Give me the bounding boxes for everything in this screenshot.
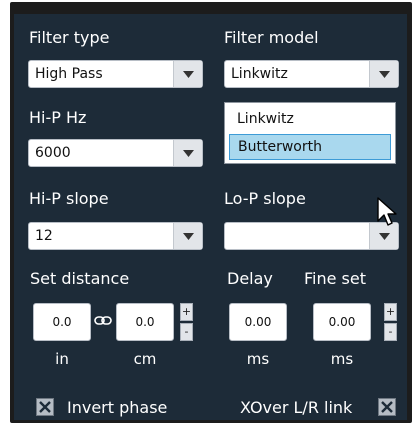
- distance-in-input[interactable]: 0.0: [33, 303, 91, 341]
- filter-type-value: High Pass: [35, 66, 103, 82]
- lop-slope-label: Lo-P slope: [224, 189, 306, 208]
- filter-model-label: Filter model: [224, 28, 319, 47]
- chevron-down-icon[interactable]: [173, 61, 202, 87]
- dropdown-option-linkwitz[interactable]: Linkwitz: [229, 107, 391, 133]
- chevron-down-icon[interactable]: [173, 140, 202, 166]
- hip-slope-select[interactable]: 12: [28, 222, 203, 250]
- distance-in-unit: in: [55, 350, 69, 368]
- filter-model-select[interactable]: Linkwitz: [224, 60, 399, 88]
- invert-phase-checkbox[interactable]: [36, 398, 54, 416]
- fine-set-minus-button[interactable]: -: [384, 323, 397, 341]
- chevron-down-icon[interactable]: [369, 61, 398, 87]
- mouse-cursor-icon: [377, 197, 397, 226]
- xover-link-checkbox[interactable]: [378, 398, 396, 416]
- hip-slope-value: 12: [35, 228, 53, 244]
- chevron-down-icon[interactable]: [173, 223, 202, 249]
- dropdown-option-butterworth[interactable]: Butterworth: [229, 134, 391, 160]
- hip-slope-label: Hi-P slope: [29, 189, 109, 208]
- hip-hz-label: Hi-P Hz: [29, 108, 87, 127]
- fine-set-spinner: + -: [384, 303, 397, 341]
- hip-hz-select[interactable]: 6000: [28, 139, 203, 167]
- delay-input[interactable]: 0.00: [229, 303, 287, 341]
- set-distance-label: Set distance: [30, 269, 130, 288]
- distance-cm-input[interactable]: 0.0: [116, 303, 174, 341]
- distance-cm-unit: cm: [133, 350, 157, 368]
- filter-model-dropdown: Linkwitz Butterworth: [224, 102, 396, 164]
- fine-set-input[interactable]: 0.00: [313, 303, 371, 341]
- filter-model-value: Linkwitz: [231, 66, 288, 82]
- filter-type-label: Filter type: [29, 28, 110, 47]
- distance-plus-button[interactable]: +: [180, 303, 193, 321]
- lop-slope-select[interactable]: [224, 222, 399, 250]
- distance-spinner: + -: [180, 303, 193, 341]
- fine-set-unit: ms: [330, 350, 354, 368]
- delay-unit: ms: [246, 350, 270, 368]
- hip-hz-value: 6000: [35, 145, 71, 161]
- distance-minus-button[interactable]: -: [180, 323, 193, 341]
- delay-label: Delay: [227, 269, 273, 288]
- fine-set-label: Fine set: [304, 269, 367, 288]
- xover-link-label: XOver L/R link: [240, 398, 353, 417]
- fine-set-plus-button[interactable]: +: [384, 303, 397, 321]
- invert-phase-label: Invert phase: [67, 398, 168, 417]
- link-icon: [94, 316, 112, 325]
- filter-type-select[interactable]: High Pass: [28, 60, 203, 88]
